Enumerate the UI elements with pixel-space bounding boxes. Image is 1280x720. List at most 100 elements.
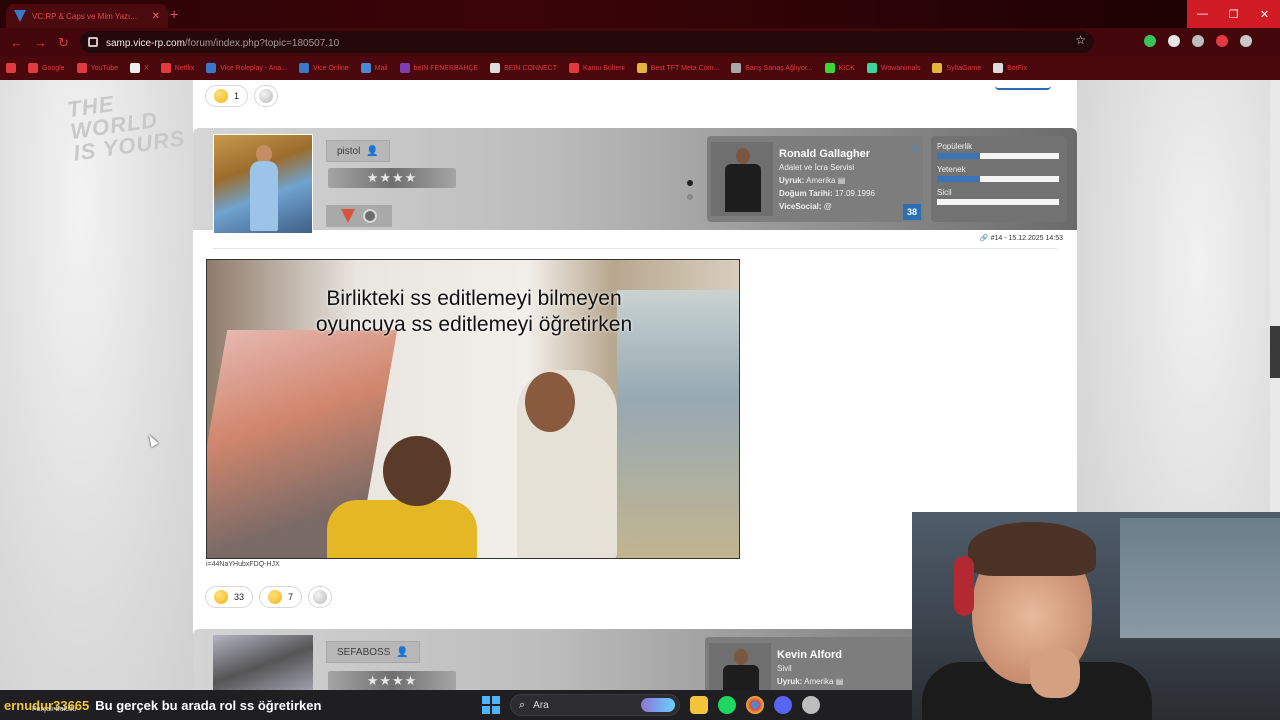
- background-art-left: THE WORLD IS YOURS: [0, 80, 200, 690]
- forward-icon[interactable]: →: [34, 35, 47, 50]
- previous-post-button[interactable]: [995, 80, 1051, 90]
- character-card[interactable]: Kevin Alford Sivil Uyruk: Amerika ▤: [705, 637, 921, 690]
- reaction-laughing-hard[interactable]: 33: [205, 586, 254, 608]
- previous-post-reactions: 1: [205, 85, 279, 107]
- weather-status: Parçalı bulutlu: [32, 706, 77, 713]
- reload-icon[interactable]: ↻: [58, 35, 69, 51]
- user-profile-icon: 👤: [396, 646, 409, 658]
- address-bar[interactable]: samp.vice-rp.com/forum/index.php?topic=1…: [80, 31, 1094, 53]
- close-window-icon[interactable]: ✕: [1249, 0, 1280, 28]
- reaction-laughing[interactable]: 7: [259, 586, 303, 608]
- bookmark-item[interactable]: Vice Roleplay - Ana...: [206, 63, 287, 73]
- bookmark-item[interactable]: beIN FENERBAHÇE: [399, 63, 478, 73]
- bookmark-favicon-icon: [399, 63, 410, 73]
- username-tag[interactable]: SEFABOSS 👤: [326, 641, 420, 663]
- carousel-dot[interactable]: [687, 194, 693, 200]
- stat-item: Yetenek: [937, 165, 1061, 182]
- bookmark-item[interactable]: Netflix: [160, 63, 194, 73]
- bookmark-item[interactable]: Google: [28, 63, 65, 73]
- add-reaction-icon: [313, 590, 328, 604]
- new-tab-icon[interactable]: +: [170, 6, 178, 22]
- bookmark-label: Kamu Bülteni: [583, 64, 625, 72]
- username: SEFABOSS: [337, 646, 391, 658]
- add-reaction-button[interactable]: [254, 85, 279, 107]
- taskbar-search[interactable]: ⌕ Ara: [510, 694, 680, 716]
- extensions: [1144, 35, 1252, 47]
- bookmark-item[interactable]: Best TFT Meta Com...: [636, 63, 719, 73]
- link-icon: 🔗: [979, 235, 989, 242]
- rank-badge-icon: [341, 209, 355, 223]
- post-header: pistol 👤 ★★★★ Ronald Gallagher Adalet ve…: [193, 128, 1077, 234]
- bookmark-label: Mail: [374, 64, 388, 72]
- character-name: Ronald Gallagher: [779, 148, 871, 160]
- add-reaction-button[interactable]: [308, 586, 333, 608]
- tab-bar: VC:RP & Caps ve Mim Yazı... ✕ + — ❐ ✕: [0, 0, 1280, 28]
- restore-icon[interactable]: ❐: [1218, 0, 1249, 28]
- bookmark-item[interactable]: KICK: [824, 63, 855, 73]
- close-tab-icon[interactable]: ✕: [152, 11, 160, 22]
- spotify-icon[interactable]: [718, 696, 736, 714]
- user-avatar[interactable]: [213, 635, 313, 690]
- chrome-icon[interactable]: [746, 696, 764, 714]
- stat-label: Sicil: [937, 188, 952, 197]
- app-icon[interactable]: [802, 696, 820, 714]
- character-carousel-dots[interactable]: [687, 180, 693, 200]
- stat-item: Popülerlik: [937, 142, 1061, 159]
- windows-start-icon[interactable]: [482, 696, 500, 714]
- user-avatar[interactable]: [213, 134, 313, 234]
- character-image: [709, 643, 771, 690]
- bookmark-star-icon[interactable]: ☆: [1075, 33, 1086, 47]
- streamer-webcam: [912, 512, 1280, 720]
- url-path: /forum/index.php?topic=180507.10: [184, 38, 340, 49]
- character-image: [711, 142, 773, 216]
- stat-item: Sicil: [937, 188, 1061, 205]
- bookmark-item[interactable]: Wowanimals: [866, 63, 920, 73]
- minimize-icon[interactable]: —: [1187, 0, 1218, 28]
- character-role: Adalet ve İcra Servisi: [779, 163, 855, 172]
- apps-icon[interactable]: [6, 63, 16, 73]
- stream-chat-overlay: ernudur33665 Bu gerçek bu arada rol ss ö…: [0, 690, 321, 720]
- carousel-dot-active[interactable]: [687, 180, 693, 186]
- bookmark-item[interactable]: BotFix: [993, 63, 1027, 73]
- bookmark-item[interactable]: Vice Online: [299, 63, 349, 73]
- bookmark-item[interactable]: YouTube: [76, 63, 118, 73]
- discord-icon[interactable]: [774, 696, 792, 714]
- bookmark-item[interactable]: Kamu Bülteni: [569, 63, 625, 73]
- reaction-laughing[interactable]: 1: [205, 85, 249, 107]
- extension-red-icon[interactable]: [1216, 35, 1228, 47]
- bookmark-favicon-icon: [866, 63, 877, 73]
- bookmark-item[interactable]: Mail: [360, 63, 388, 73]
- laughing-emoji-icon: [268, 590, 283, 604]
- bookmark-item[interactable]: SyltaGame: [932, 63, 981, 73]
- file-explorer-icon[interactable]: [690, 696, 708, 714]
- address-row: ← → ↻ samp.vice-rp.com/forum/index.php?t…: [0, 28, 1280, 56]
- username-tag[interactable]: pistol 👤: [326, 140, 390, 162]
- shield-extension-icon[interactable]: [1144, 35, 1156, 47]
- scrollbar-thumb[interactable]: [1270, 326, 1280, 378]
- background-logo-art: THE WORLD IS YOURS: [65, 90, 188, 166]
- puzzle-extension-icon[interactable]: [1192, 35, 1204, 47]
- bookmark-favicon-icon: [569, 63, 580, 73]
- bookmark-favicon-icon: [206, 63, 217, 73]
- bookmark-label: BotFix: [1007, 64, 1027, 72]
- profile-avatar-icon[interactable]: [1240, 35, 1252, 47]
- post-video[interactable]: Birlikteki ss editlemeyi bilmeyen oyuncu…: [206, 259, 740, 559]
- user-badges: [326, 205, 392, 227]
- bookmark-favicon-icon: [636, 63, 647, 73]
- bookmark-item[interactable]: Barış Sarıaş Ağlıyor...: [731, 63, 813, 73]
- bookmark-item[interactable]: BEIN CONNECT: [490, 63, 557, 73]
- bookmark-item[interactable]: X: [130, 63, 149, 73]
- laughing-emoji-icon: [214, 89, 228, 103]
- stat-bar-fill: [937, 153, 980, 159]
- bookmark-favicon-icon: [490, 63, 501, 73]
- tab-active[interactable]: VC:RP & Caps ve Mim Yazı... ✕: [6, 4, 168, 28]
- back-icon[interactable]: ←: [10, 35, 23, 50]
- site-info-icon[interactable]: [88, 37, 98, 47]
- post-meta[interactable]: 🔗 #14 - 15.12.2025 14:53: [980, 234, 1063, 242]
- user-rank-stars: ★★★★: [328, 671, 456, 690]
- bookmark-favicon-icon: [299, 63, 310, 73]
- stat-bar: [937, 176, 1059, 182]
- extension-icon[interactable]: [1168, 35, 1180, 47]
- user-profile-icon: 👤: [366, 145, 379, 157]
- character-card[interactable]: Ronald Gallagher Adalet ve İcra Servisi …: [707, 136, 923, 222]
